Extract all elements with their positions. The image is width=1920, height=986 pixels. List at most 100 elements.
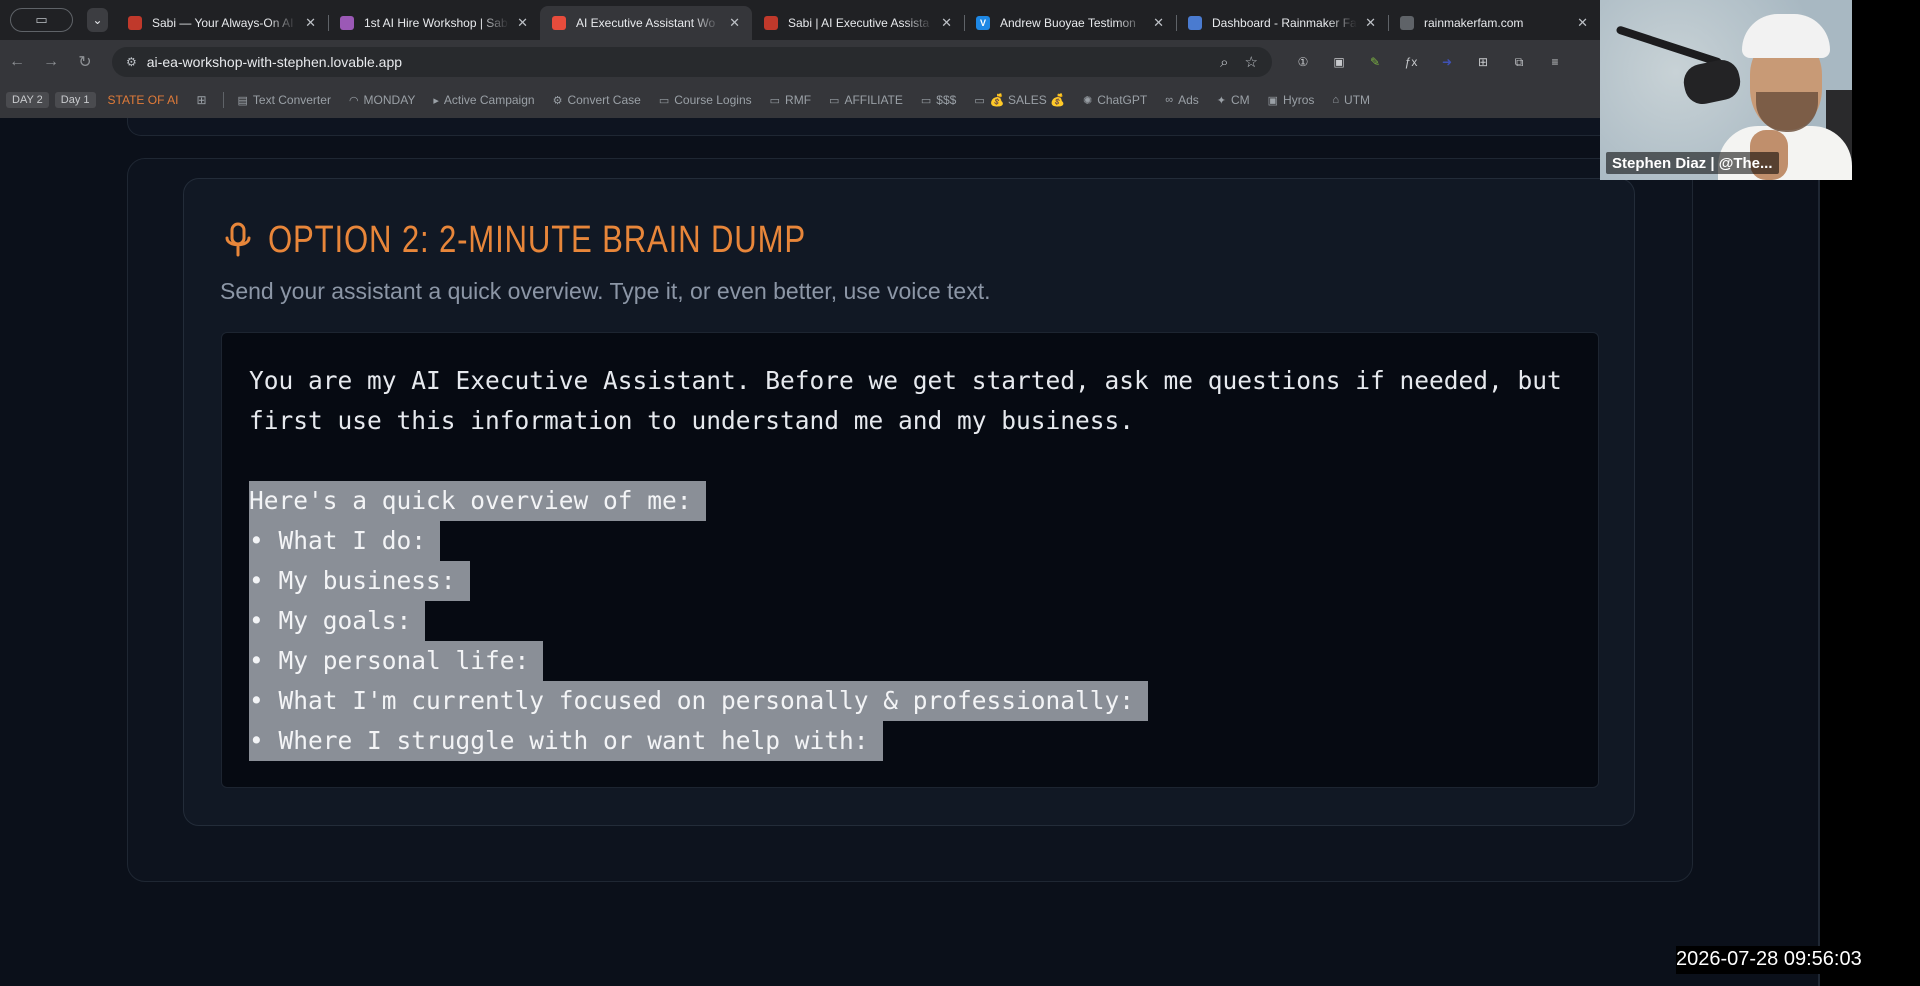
bookmark-item[interactable]: ✦ CM	[1211, 91, 1256, 109]
tab-list-dropdown-icon[interactable]: ⌄	[87, 8, 108, 32]
browser-tab[interactable]: V Andrew Buoyae Testimon ✕	[964, 6, 1176, 40]
tab-close-icon[interactable]: ✕	[729, 15, 740, 31]
bookmark-item[interactable]: Day 1	[54, 92, 96, 108]
tab-close-icon[interactable]: ✕	[941, 15, 952, 31]
tab-title: Andrew Buoyae Testimon	[1000, 16, 1136, 30]
page-scroll-edge	[1818, 118, 1820, 986]
bookmark-item[interactable]: ▭ 💰 SALES 💰	[968, 91, 1071, 109]
tabs: Sabi — Your Always-On AI ✕ 1st AI Hire Wor…	[116, 0, 1600, 40]
extension-leaf-icon[interactable]: ✎	[1364, 53, 1386, 71]
extension-grid-icon[interactable]: ⊞	[1472, 53, 1494, 71]
prompt-intro-line: first use this information to understand…	[249, 406, 1135, 435]
bookmarks-bar: DAY 2 Day 1 STATE OF AI ⊞ ▤ Text Converter ◠ MO…	[0, 88, 1600, 112]
prompt-selected-line: • My business:	[249, 561, 470, 601]
reload-icon[interactable]: ↻	[68, 52, 102, 72]
extensions-puzzle-icon[interactable]: ⧉	[1508, 53, 1530, 71]
bookmark-item[interactable]: ▭ AFFILIATE	[823, 91, 909, 109]
bookmark-item[interactable]: ∞ Ads	[1159, 91, 1205, 109]
zoom-icon[interactable]: ⌕	[1220, 54, 1228, 71]
tab-close-icon[interactable]: ✕	[1577, 15, 1588, 31]
tab-close-icon[interactable]: ✕	[305, 15, 316, 31]
address-bar[interactable]: ⚙ ai-ea-workshop-with-stephen.lovable.ap…	[112, 47, 1272, 77]
bookmark-label: Hyros	[1283, 93, 1315, 107]
bookmark-item[interactable]: ▭ RMF	[764, 91, 817, 109]
bookmark-label: Day 1	[60, 94, 90, 106]
site-info-icon[interactable]: ⚙	[126, 55, 137, 69]
chatgpt-icon: ✺	[1082, 94, 1093, 107]
password-manager-icon[interactable]: ①	[1292, 53, 1314, 71]
bookmark-label: Text Converter	[252, 93, 331, 107]
prompt-selected-line: • My personal life:	[249, 641, 544, 681]
back-icon[interactable]: ←	[0, 53, 34, 71]
bookmark-item[interactable]: ⌂ UTM	[1326, 91, 1376, 109]
browser-chrome: ▭ ⌄ Sabi — Your Always-On AI ✕ 1st AI Hire…	[0, 0, 1600, 118]
folder-icon: ▭	[658, 94, 670, 107]
tab-search-button[interactable]: ▭	[10, 8, 74, 32]
option-subtitle: Send your assistant a quick overview. Ty…	[220, 278, 991, 304]
workshop-favicon	[340, 16, 354, 30]
lovable-favicon	[552, 16, 566, 30]
bookmark-item[interactable]: ◠ MONDAY	[343, 91, 421, 109]
bookmark-item[interactable]: ▭ Course Logins	[653, 91, 758, 109]
bookmark-label: RMF	[785, 93, 812, 107]
bookmark-item[interactable]: ▸ Active Campaign	[427, 91, 540, 109]
tab-title: AI Executive Assistant Wo	[576, 16, 716, 30]
convertcase-icon: ⚙	[552, 94, 563, 107]
tab-title: Sabi | AI Executive Assista	[788, 16, 930, 30]
browser-tab[interactable]: rainmakerfam.com ✕	[1388, 6, 1600, 40]
tab-close-icon[interactable]: ✕	[517, 15, 528, 31]
extension-monitor-icon[interactable]: ▣	[1328, 53, 1350, 71]
browser-tab[interactable]: 1st AI Hire Workshop | Sabi ✕	[328, 6, 540, 40]
bookmark-item[interactable]: ▤ Text Converter	[232, 91, 337, 109]
bookmark-item[interactable]: STATE OF AI	[102, 91, 185, 109]
reading-list-icon[interactable]: ≡	[1544, 53, 1566, 71]
prompt-text[interactable]: You are my AI Executive Assistant. Befor…	[249, 361, 1589, 761]
apps-grid-icon[interactable]: ⊞	[190, 91, 212, 109]
url-text[interactable]: ai-ea-workshop-with-stephen.lovable.app	[147, 54, 1204, 70]
cm-icon: ✦	[1216, 94, 1226, 107]
bookmark-label: $$$	[936, 93, 957, 107]
extensions-area: ① ▣ ✎ ƒx ➜ ⊞ ⧉ ≡	[1292, 53, 1580, 71]
bookmark-label: UTM	[1344, 93, 1371, 107]
bookmark-item[interactable]: ✺ ChatGPT	[1077, 91, 1153, 109]
prompt-selected-line: Here's a quick overview of me:	[249, 481, 706, 521]
browser-tab[interactable]: Sabi — Your Always-On AI ✕	[116, 6, 328, 40]
browser-tab[interactable]: Sabi | AI Executive Assista ✕	[752, 6, 964, 40]
vimeo-favicon: V	[976, 16, 990, 30]
bookmark-label: Convert Case	[567, 93, 641, 107]
forward-icon[interactable]: →	[34, 53, 68, 71]
bookmark-item[interactable]: DAY 2	[6, 92, 49, 108]
microphone-icon	[225, 222, 251, 257]
extension-arrow-icon[interactable]: ➜	[1436, 53, 1458, 71]
sabi-favicon	[764, 16, 778, 30]
bookmark-item[interactable]: ▭ $$$	[915, 91, 962, 109]
prompt-selected-line: • Where I struggle with or want help wit…	[249, 721, 883, 761]
toolbar: ← → ↻ ⚙ ai-ea-workshop-with-stephen.lova…	[0, 40, 1600, 84]
tab-close-icon[interactable]: ✕	[1153, 15, 1164, 31]
tab-close-icon[interactable]: ✕	[1365, 15, 1376, 31]
tab-strip: ▭ ⌄ Sabi — Your Always-On AI ✕ 1st AI Hire…	[0, 0, 1600, 40]
hyros-icon: ▣	[1267, 94, 1279, 107]
browser-tab[interactable]: AI Executive Assistant Wo ✕	[540, 6, 752, 40]
folder-icon: ▭	[920, 94, 932, 107]
bookmark-item[interactable]: ⚙ Convert Case	[547, 91, 647, 109]
bookmark-label: Course Logins	[674, 93, 752, 107]
bookmark-label: MONDAY	[363, 93, 416, 107]
monday-icon: ◠	[348, 94, 359, 107]
bookmark-separator	[222, 92, 224, 108]
prompt-intro-line: You are my AI Executive Assistant. Befor…	[249, 366, 1562, 395]
bookmark-star-icon[interactable]: ☆	[1245, 53, 1258, 71]
option-title: OPTION 2: 2-MINUTE BRAIN DUMP	[268, 218, 806, 261]
tab-title: 1st AI Hire Workshop | Sabi	[364, 16, 510, 30]
folder-icon: ▭	[974, 94, 985, 107]
meta-icon: ∞	[1165, 94, 1174, 106]
bookmark-label: Active Campaign	[443, 93, 535, 107]
prompt-selected-line: • What I do:	[249, 521, 441, 561]
browser-tab[interactable]: Dashboard - Rainmaker Fa ✕	[1176, 6, 1388, 40]
bookmark-label: STATE OF AI	[107, 93, 179, 107]
prompt-blank-line	[249, 441, 1589, 481]
bookmark-item[interactable]: ▣ Hyros	[1262, 91, 1321, 109]
extension-formula-icon[interactable]: ƒx	[1400, 53, 1422, 71]
bookmark-label: 💰 SALES 💰	[989, 93, 1065, 107]
bookmark-label: AFFILIATE	[844, 93, 903, 107]
